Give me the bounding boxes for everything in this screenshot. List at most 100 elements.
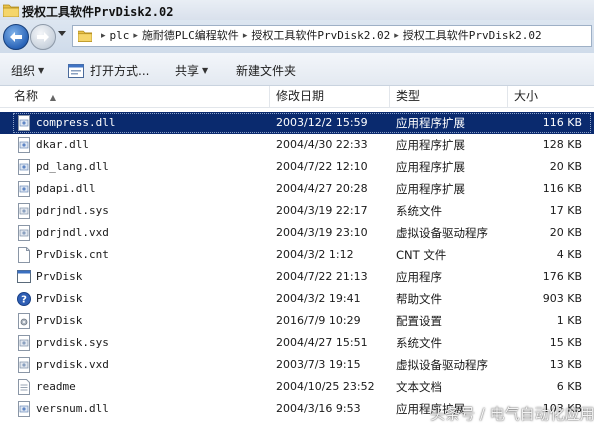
file-size: 903 KB (542, 292, 582, 305)
file-type: 配置设置 (396, 314, 442, 328)
file-row[interactable]: dkar.dll 2004/4/30 22:33 应用程序扩展 128 KB (0, 134, 594, 156)
file-type: 应用程序扩展 (396, 160, 465, 174)
column-header-type[interactable]: 类型 (390, 86, 508, 107)
column-headers: 名称 ▲ 修改日期 类型 大小 (0, 86, 594, 108)
file-modified: 2004/3/19 23:10 (276, 226, 368, 239)
file-size: 13 KB (549, 358, 582, 371)
file-name: PrvDisk (36, 314, 83, 327)
blank-file-icon (18, 247, 30, 263)
chevron-right-icon[interactable]: ▸ (239, 29, 252, 43)
folder-icon (78, 30, 92, 42)
file-modified: 2004/4/30 22:33 (276, 138, 368, 151)
file-modified: 2004/7/22 12:10 (276, 160, 368, 173)
column-header-modified-label: 修改日期 (276, 89, 325, 103)
navigation-bar: ▸ plc ▸ 施耐德PLC编程软件 ▸ 授权工具软件PrvDisk2.02 ▸… (0, 20, 594, 53)
file-modified: 2004/4/27 15:51 (276, 336, 368, 349)
file-row[interactable]: pdrjndl.vxd 2004/3/19 23:10 虚拟设备驱动程序 20 KB (0, 222, 594, 244)
file-type: 系统文件 (396, 204, 442, 218)
file-list: compress.dll 2003/12/2 15:59 应用程序扩展 116 KB d… (0, 112, 594, 420)
folder-icon (3, 4, 19, 17)
dll-icon (18, 181, 30, 197)
app-icon (17, 270, 31, 283)
column-header-name[interactable]: 名称 ▲ (8, 86, 270, 107)
dll-icon (18, 115, 30, 131)
file-row[interactable]: compress.dll 2003/12/2 15:59 应用程序扩展 116 KB (0, 112, 594, 134)
chevron-right-icon[interactable]: ▸ (97, 29, 110, 43)
chevron-right-icon[interactable]: ▸ (390, 29, 403, 43)
file-name: versnum.dll (36, 402, 109, 415)
file-type: 应用程序扩展 (396, 138, 465, 152)
file-size: 17 KB (549, 204, 582, 217)
file-row[interactable]: PrvDisk.cnt 2004/3/2 1:12 CNT 文件 4 KB (0, 244, 594, 266)
file-size: 116 KB (542, 182, 582, 195)
file-modified: 2004/4/27 20:28 (276, 182, 368, 195)
open-with-button[interactable]: 打开方式... (68, 62, 149, 79)
file-row[interactable]: pdrjndl.sys 2004/3/19 22:17 系统文件 17 KB (0, 200, 594, 222)
arrow-left-icon (10, 32, 22, 42)
title-bar: 授权工具软件PrvDisk2.02 (0, 0, 594, 20)
chevron-down-icon: ▼ (202, 66, 209, 75)
breadcrumb-item[interactable]: 授权工具软件PrvDisk2.02 (251, 29, 390, 43)
breadcrumb: ▸ plc ▸ 施耐德PLC编程软件 ▸ 授权工具软件PrvDisk2.02 ▸… (97, 29, 542, 43)
file-modified: 2004/3/19 22:17 (276, 204, 368, 217)
config-icon (18, 313, 30, 329)
help-icon: ? (17, 292, 31, 306)
chevron-down-icon: ▼ (38, 66, 45, 75)
file-type: 虚拟设备驱动程序 (396, 226, 488, 240)
file-name: PrvDisk (36, 292, 83, 305)
command-bar: 组织 ▼ 打开方式... 共享 ▼ 新建文件夹 (0, 53, 594, 86)
svg-text:?: ? (21, 295, 27, 306)
breadcrumb-item[interactable]: plc (110, 29, 130, 43)
file-modified: 2003/7/3 19:15 (276, 358, 361, 371)
file-name: pd_lang.dll (36, 160, 109, 173)
file-type: 应用程序 (396, 270, 442, 284)
file-type: 系统文件 (396, 336, 442, 350)
file-row[interactable]: pd_lang.dll 2004/7/22 12:10 应用程序扩展 20 KB (0, 156, 594, 178)
chevron-right-icon[interactable]: ▸ (129, 29, 142, 43)
file-type: 文本文档 (396, 380, 442, 394)
file-row[interactable]: PrvDisk 2016/7/9 10:29 配置设置 1 KB (0, 310, 594, 332)
organize-button[interactable]: 组织 ▼ (11, 62, 44, 79)
file-size: 4 KB (556, 248, 582, 261)
file-size: 20 KB (549, 226, 582, 239)
file-name: compress.dll (36, 116, 116, 129)
dll-icon (18, 159, 30, 175)
organize-label: 组织 (11, 64, 36, 78)
file-name: pdrjndl.vxd (36, 226, 109, 239)
file-name: PrvDisk (36, 270, 83, 283)
file-modified: 2004/10/25 23:52 (276, 380, 375, 393)
file-row[interactable]: ? PrvDisk 2004/3/2 19:41 帮助文件 903 KB (0, 288, 594, 310)
file-size: 20 KB (549, 160, 582, 173)
share-button[interactable]: 共享 ▼ (175, 62, 208, 79)
address-bar[interactable]: ▸ plc ▸ 施耐德PLC编程软件 ▸ 授权工具软件PrvDisk2.02 ▸… (72, 25, 592, 47)
open-with-label: 打开方式... (90, 64, 150, 78)
file-row[interactable]: prvdisk.sys 2004/4/27 15:51 系统文件 15 KB (0, 332, 594, 354)
column-header-size[interactable]: 大小 (508, 86, 594, 107)
file-row[interactable]: prvdisk.vxd 2003/7/3 19:15 虚拟设备驱动程序 13 KB (0, 354, 594, 376)
file-name: pdrjndl.sys (36, 204, 109, 217)
file-modified: 2003/12/2 15:59 (276, 116, 368, 129)
breadcrumb-item[interactable]: 授权工具软件PrvDisk2.02 (403, 29, 542, 43)
dll-icon (18, 137, 30, 153)
file-type: 应用程序扩展 (396, 116, 465, 130)
arrow-right-icon (37, 32, 49, 42)
file-row[interactable]: readme 2004/10/25 23:52 文本文档 6 KB (0, 376, 594, 398)
back-button[interactable] (3, 24, 29, 50)
breadcrumb-item[interactable]: 施耐德PLC编程软件 (142, 29, 239, 43)
open-with-icon (68, 63, 84, 78)
file-modified: 2004/7/22 21:13 (276, 270, 368, 283)
forward-button[interactable] (30, 24, 56, 50)
file-row[interactable]: pdapi.dll 2004/4/27 20:28 应用程序扩展 116 KB (0, 178, 594, 200)
file-name: pdapi.dll (36, 182, 96, 195)
column-header-modified[interactable]: 修改日期 (270, 86, 390, 107)
recent-pages-dropdown-icon[interactable] (58, 31, 66, 37)
file-modified: 2004/3/16 9:53 (276, 402, 361, 415)
text-file-icon (18, 379, 30, 395)
file-row[interactable]: PrvDisk 2004/7/22 21:13 应用程序 176 KB (0, 266, 594, 288)
new-folder-button[interactable]: 新建文件夹 (236, 62, 296, 79)
vxd-icon (18, 225, 30, 241)
column-header-name-label: 名称 (14, 89, 39, 103)
file-size: 15 KB (549, 336, 582, 349)
file-modified: 2004/3/2 1:12 (276, 248, 354, 261)
file-type: 虚拟设备驱动程序 (396, 358, 488, 372)
